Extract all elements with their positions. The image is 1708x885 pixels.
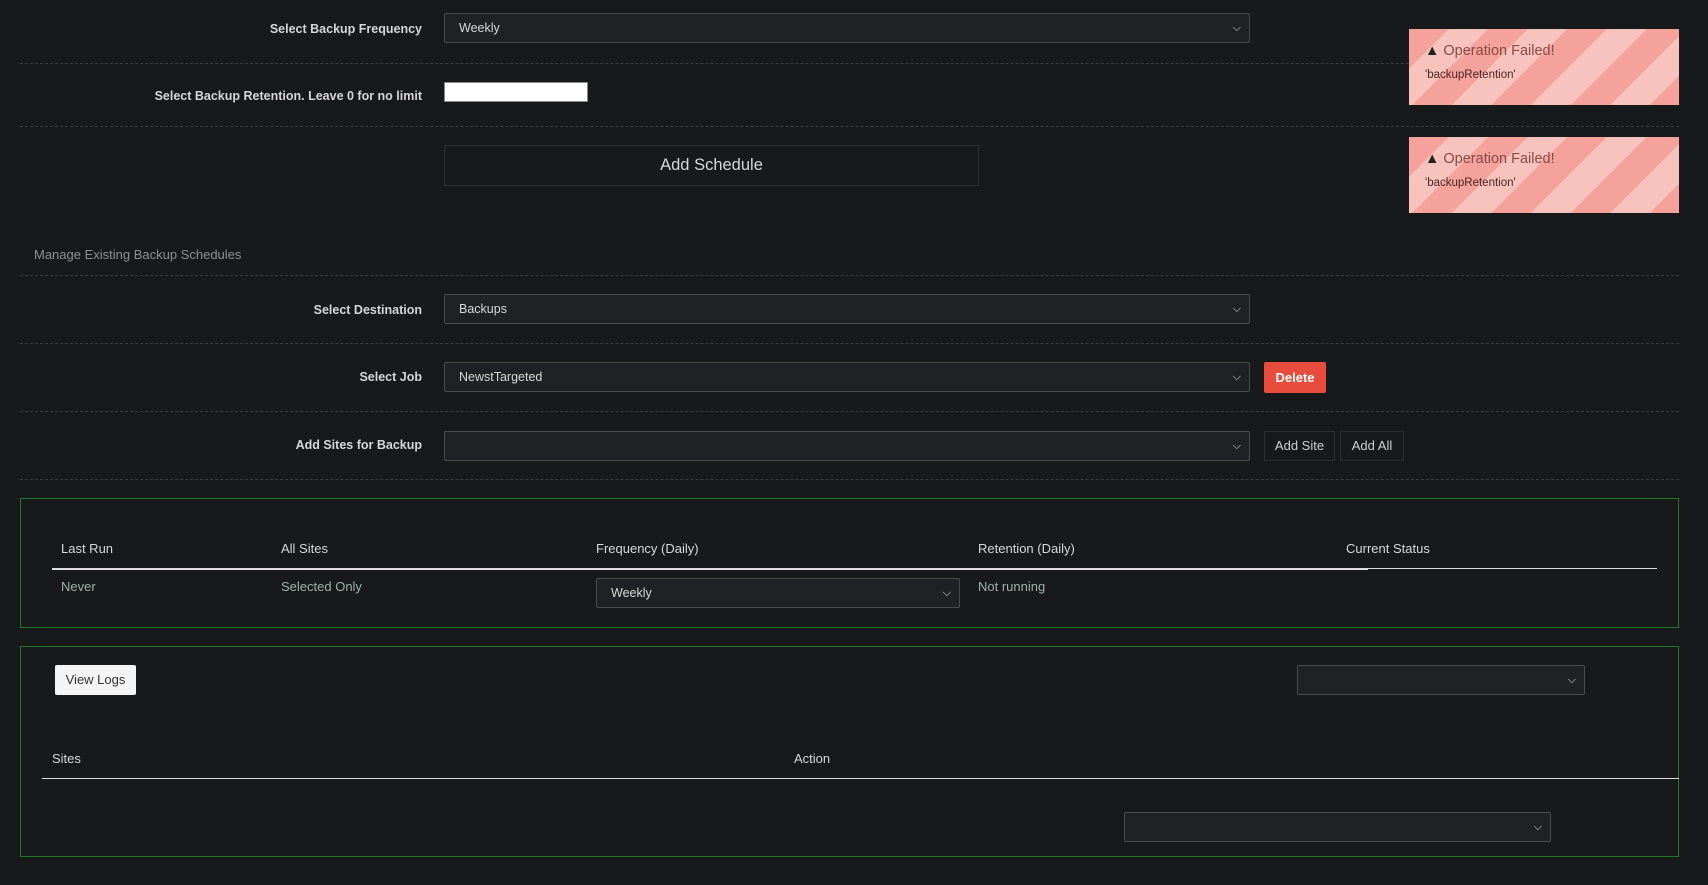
job-select[interactable]: NewstTargeted ⌵ xyxy=(444,362,1250,392)
add-schedule-button[interactable]: Add Schedule xyxy=(444,145,979,186)
header-frequency: Frequency (Daily) xyxy=(596,541,699,556)
toast-message: 'backupRetention' xyxy=(1425,69,1516,81)
header-sites: Sites xyxy=(52,751,81,766)
add-sites-row: Add Sites for Backup ⌵ Add Site Add All xyxy=(20,412,1679,480)
delete-label: Delete xyxy=(1275,370,1315,385)
job-table-panel: Last Run All Sites Frequency (Daily) Ret… xyxy=(20,498,1679,628)
header-retention: Retention (Daily) xyxy=(978,541,1075,556)
add-all-button[interactable]: Add All xyxy=(1340,431,1404,461)
logs-action-select[interactable]: ⌵ xyxy=(1124,812,1551,842)
logs-panel: View Logs ⌵ Sites Action ⌵ xyxy=(20,646,1679,857)
add-all-label: Add All xyxy=(1351,438,1393,453)
table-header-line xyxy=(52,568,1368,570)
frequency-label: Select Backup Frequency xyxy=(269,22,422,36)
cell-all-sites: Selected Only xyxy=(281,579,362,594)
add-schedule-label: Add Schedule xyxy=(660,156,763,174)
destination-select-value: Backups xyxy=(459,302,507,316)
warning-icon: ▲ xyxy=(1425,43,1440,59)
view-logs-label: View Logs xyxy=(65,672,126,687)
toast-message: 'backupRetention' xyxy=(1425,177,1516,189)
toast-title: ▲ Operation Failed! xyxy=(1425,43,1555,59)
add-sites-label: Add Sites for Backup xyxy=(295,438,422,452)
cell-last-run: Never xyxy=(61,579,96,594)
toast-title: ▲ Operation Failed! xyxy=(1425,151,1555,167)
chevron-down-icon: ⌵ xyxy=(1533,821,1542,833)
row-frequency-value: Weekly xyxy=(611,586,652,600)
add-site-label: Add Site xyxy=(1274,438,1325,453)
table-header-line-end xyxy=(1337,568,1657,569)
chevron-down-icon: ⌵ xyxy=(1232,371,1241,383)
job-row: Select Job NewstTargeted ⌵ Delete xyxy=(20,344,1679,412)
chevron-down-icon: ⌵ xyxy=(942,587,951,599)
job-label: Select Job xyxy=(359,370,422,384)
frequency-select[interactable]: Weekly ⌵ xyxy=(444,13,1250,43)
row-frequency-select[interactable]: Weekly ⌵ xyxy=(596,578,960,608)
chevron-down-icon: ⌵ xyxy=(1232,303,1241,315)
chevron-down-icon: ⌵ xyxy=(1232,440,1241,452)
header-current-status: Current Status xyxy=(1346,541,1430,556)
chevron-down-icon: ⌵ xyxy=(1567,674,1576,686)
destination-label: Select Destination xyxy=(313,303,422,317)
job-select-value: NewstTargeted xyxy=(459,370,543,384)
error-toast: ▲ Operation Failed! 'backupRetention' xyxy=(1409,29,1679,105)
manage-section-header: Manage Existing Backup Schedules xyxy=(20,238,1679,276)
logs-filter-select[interactable]: ⌵ xyxy=(1297,665,1585,695)
section-title: Manage Existing Backup Schedules xyxy=(34,247,242,262)
destination-select[interactable]: Backups ⌵ xyxy=(444,294,1250,324)
header-action: Action xyxy=(794,751,831,766)
chevron-down-icon: ⌵ xyxy=(1232,22,1241,34)
frequency-select-value: Weekly xyxy=(459,21,500,35)
add-sites-select[interactable]: ⌵ xyxy=(444,431,1250,461)
header-all-sites: All Sites xyxy=(281,541,328,556)
delete-button[interactable]: Delete xyxy=(1264,362,1326,393)
header-last-run: Last Run xyxy=(61,541,114,556)
retention-input[interactable] xyxy=(444,82,588,102)
cell-retention: Not running xyxy=(978,579,1046,594)
logs-header-line xyxy=(42,778,1679,779)
retention-label: Select Backup Retention. Leave 0 for no … xyxy=(154,89,422,103)
destination-row: Select Destination Backups ⌵ xyxy=(20,276,1679,344)
error-toast: ▲ Operation Failed! 'backupRetention' xyxy=(1409,137,1679,213)
view-logs-button[interactable]: View Logs xyxy=(55,665,136,695)
add-site-button[interactable]: Add Site xyxy=(1264,431,1335,461)
warning-icon: ▲ xyxy=(1425,151,1440,167)
